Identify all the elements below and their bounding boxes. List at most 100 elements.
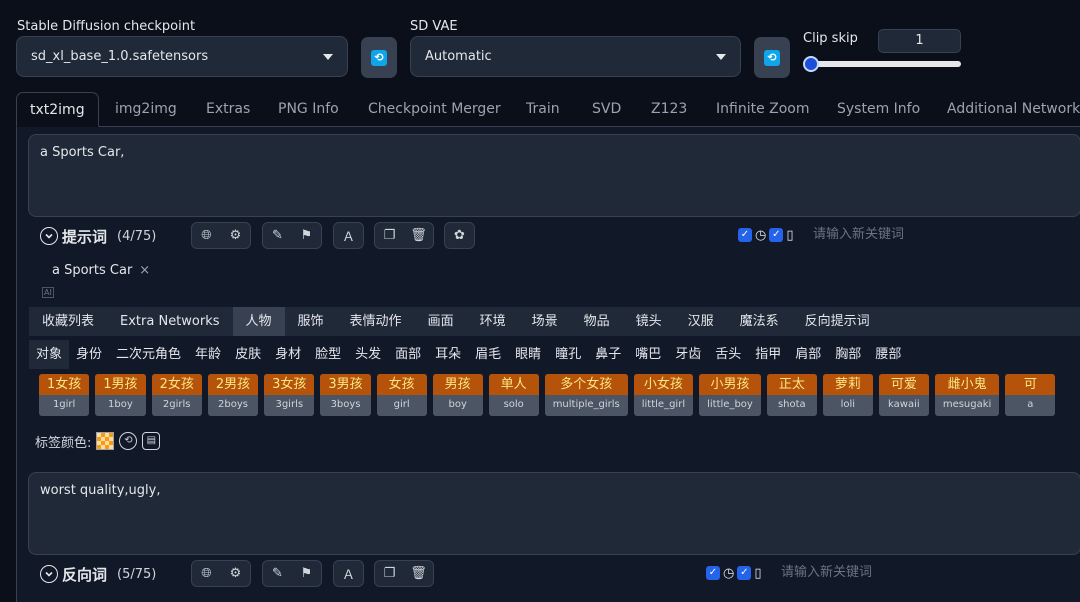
copy-icon[interactable]: ❐ [375,560,404,587]
tab-z123[interactable]: Z123 [651,92,687,127]
checkpoint-dropdown[interactable]: sd_xl_base_1.0.safetensors [16,36,348,77]
translate-small-icon[interactable]: AI [42,287,54,298]
edit-list-icon[interactable]: ✎ [263,560,292,587]
color-swatch-icon[interactable] [96,432,115,450]
category-tab[interactable]: 服饰 [285,307,337,336]
tag-button[interactable]: 1男孩 1boy [95,374,146,416]
prompt-tag-chip[interactable]: a Sports Car × [45,260,158,282]
tag-button[interactable]: 3女孩 3girls [264,374,315,416]
copy-icon[interactable]: ❐ [375,222,404,249]
category-tab[interactable]: 画面 [415,307,467,336]
category-tab[interactable]: 场景 [519,307,571,336]
subcategory-tab[interactable]: 指甲 [748,340,788,369]
subcategory-tab[interactable]: 眉毛 [468,340,508,369]
subcategory-tab[interactable]: 身份 [69,340,109,369]
checkbox-icon[interactable]: ✓ [738,228,752,242]
history-icon[interactable]: ◷ [755,228,766,243]
subcategory-tab[interactable]: 牙齿 [668,340,708,369]
category-tab-selected[interactable]: 人物 [232,307,285,336]
checkbox-icon[interactable]: ✓ [706,566,720,580]
bookmark-icon[interactable]: ⚑ [292,222,321,249]
tag-button[interactable]: 多个女孩 multiple_girls [544,374,628,416]
subcategory-tab[interactable]: 舌头 [708,340,748,369]
category-tab[interactable]: 镜头 [623,307,675,336]
checkbox-icon[interactable]: ✓ [737,566,752,580]
negative-keyword-input[interactable]: 请输入新关键词 [781,561,1080,585]
subcategory-tab[interactable]: 身材 [268,340,308,369]
subcategory-tab[interactable]: 嘴巴 [628,340,668,369]
globe-icon[interactable]: 🌐︎ [192,222,221,249]
tag-button[interactable]: 男孩 boy [432,374,483,416]
subcategory-tab[interactable]: 皮肤 [228,340,268,369]
refresh-vae-button[interactable]: ⟲ [754,37,790,78]
collapse-icon[interactable] [40,565,58,583]
tag-button[interactable]: 萝莉 loli [822,374,873,416]
ai-icon[interactable]: ✿ [445,222,474,249]
subcategory-tab[interactable]: 眼睛 [508,340,548,369]
tab-infinite-zoom[interactable]: Infinite Zoom [716,92,810,127]
negative-prompt-textarea[interactable]: worst quality,ugly, [28,472,1080,555]
trash-icon[interactable]: 🗑︎ [404,222,433,249]
tag-button[interactable]: 小男孩 little_boy [699,374,761,416]
subcategory-tab[interactable]: 二次元角色 [109,340,188,369]
prompt-textarea[interactable]: a Sports Car, [28,134,1080,217]
subcategory-tab[interactable]: 面部 [388,340,428,369]
tag-button[interactable]: 可a [1005,374,1056,416]
tab-train[interactable]: Train [526,92,560,127]
tag-button[interactable]: 小女孩 little_girl [633,374,694,416]
gear-icon[interactable]: ⚙ [221,222,250,249]
subcategory-tab[interactable]: 脸型 [308,340,348,369]
globe-icon[interactable]: 🌐︎ [192,560,221,587]
tag-button[interactable]: 可爱 kawaii [878,374,929,416]
tab-additional-networks[interactable]: Additional Networks [947,92,1080,127]
subcategory-tab-selected[interactable]: 对象 [29,340,70,369]
tab-img2img[interactable]: img2img [115,92,177,127]
category-tab[interactable]: Extra Networks [107,307,233,336]
tab-extras[interactable]: Extras [206,92,250,127]
refresh-checkpoint-button[interactable]: ⟲ [361,37,397,78]
tab-svd[interactable]: SVD [592,92,621,127]
edit-list-icon[interactable]: ✎ [263,222,292,249]
history-icon[interactable]: ◷ [723,566,734,581]
vae-dropdown[interactable]: Automatic [410,36,741,77]
prompt-keyword-input[interactable]: 请输入新关键词 [813,223,1080,247]
category-tab[interactable]: 反向提示词 [792,307,883,336]
translate-icon[interactable]: Ａ [334,560,363,587]
clip-skip-slider-thumb[interactable] [803,56,819,72]
collapse-icon[interactable] [40,227,58,245]
panel-icon[interactable]: ▯ [754,566,761,581]
category-tab[interactable]: 环境 [467,307,519,336]
trash-icon[interactable]: 🗑︎ [404,560,433,587]
tab-system-info[interactable]: System Info [837,92,920,127]
category-tab[interactable]: 表情动作 [337,307,415,336]
tag-button[interactable]: 正太 shota [766,374,817,416]
category-tab[interactable]: 物品 [571,307,623,336]
reset-icon[interactable]: ⟲ [119,432,138,450]
checkbox-icon[interactable]: ✓ [769,228,784,242]
category-tab[interactable]: 汉服 [675,307,727,336]
tag-button[interactable]: 雌小鬼 mesugaki [934,374,1000,416]
subcategory-tab[interactable]: 头发 [348,340,388,369]
bookmark-icon[interactable]: ⚑ [292,560,321,587]
subcategory-tab[interactable]: 肩部 [788,340,828,369]
tag-button[interactable]: 1女孩 1girl [39,374,90,416]
close-icon[interactable]: × [139,263,150,278]
subcategory-tab[interactable]: 瞳孔 [548,340,588,369]
category-tab[interactable]: 魔法系 [727,307,792,336]
translate-icon[interactable]: Ａ [334,222,363,249]
panel-icon[interactable]: ▯ [786,228,793,243]
gear-icon[interactable]: ⚙ [221,560,250,587]
clip-skip-input[interactable]: 1 [878,29,961,53]
tag-button[interactable]: 女孩 girl [376,374,427,416]
tab-checkpoint-merger[interactable]: Checkpoint Merger [368,92,501,127]
clip-skip-slider[interactable] [805,61,961,67]
subcategory-tab[interactable]: 腰部 [868,340,908,369]
palette-icon[interactable]: ▤ [142,432,161,450]
tag-button[interactable]: 2女孩 2girls [151,374,202,416]
tag-button[interactable]: 单人 solo [488,374,539,416]
subcategory-tab[interactable]: 年龄 [188,340,228,369]
subcategory-tab[interactable]: 胸部 [828,340,868,369]
tag-button[interactable]: 3男孩 3boys [320,374,371,416]
tag-button[interactable]: 2男孩 2boys [207,374,259,416]
subcategory-tab[interactable]: 耳朵 [428,340,468,369]
